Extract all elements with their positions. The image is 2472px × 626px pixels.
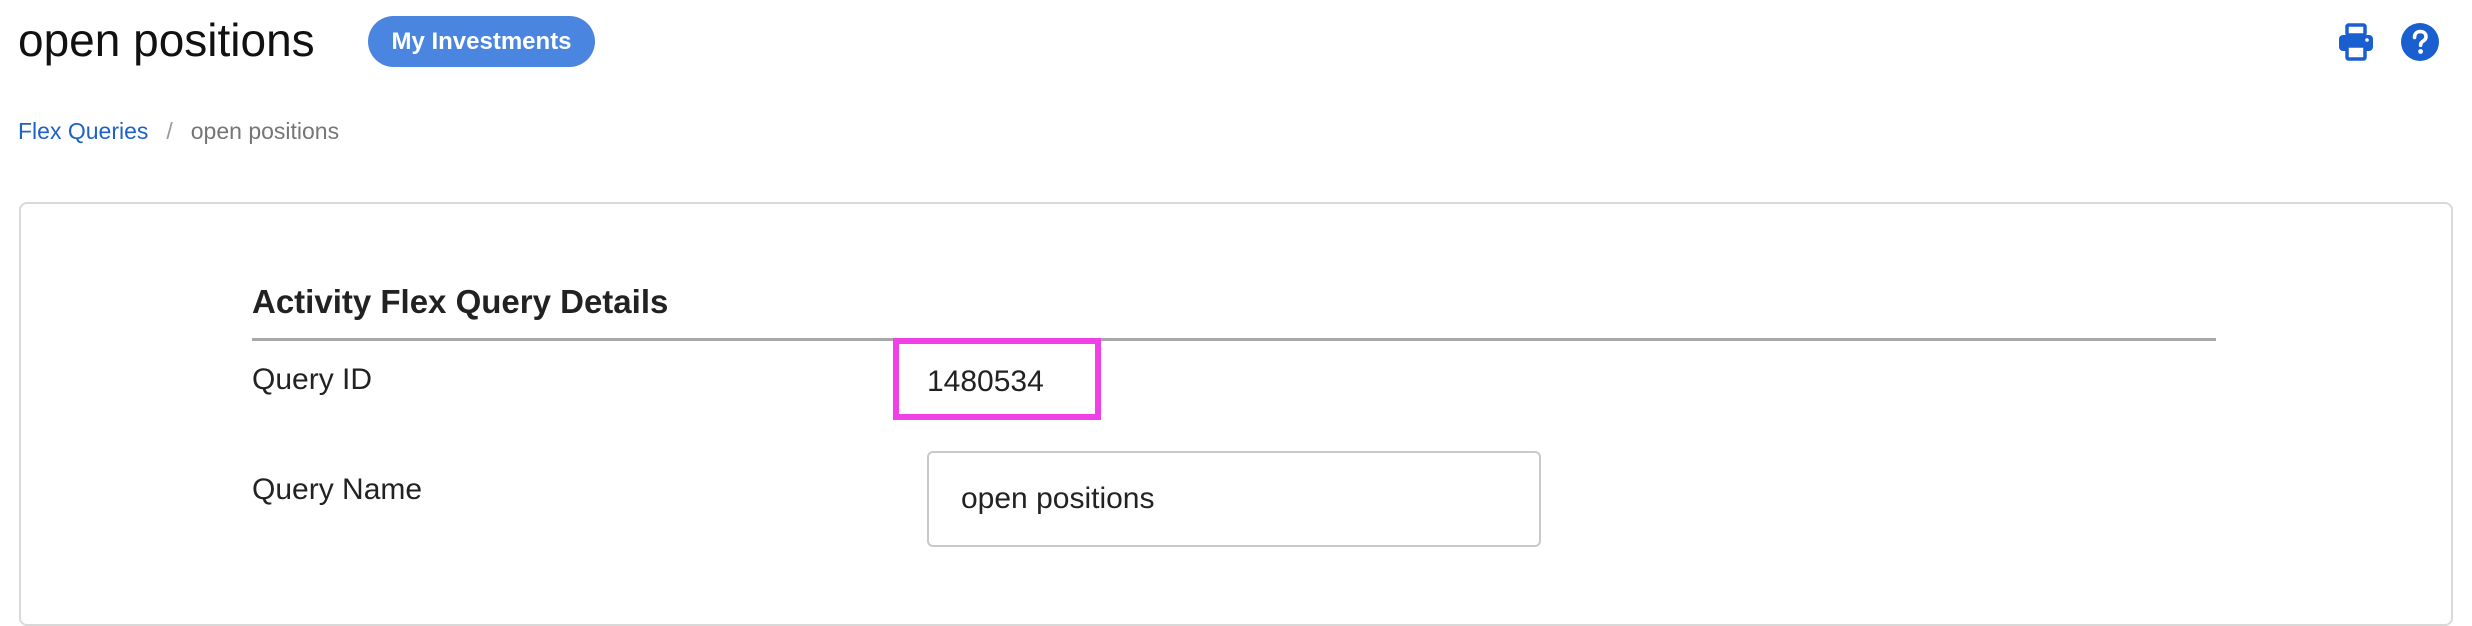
my-investments-badge[interactable]: My Investments	[368, 16, 595, 67]
breadcrumb: Flex Queries / open positions	[18, 114, 339, 148]
page-title: open positions	[18, 14, 315, 66]
breadcrumb-separator: /	[166, 117, 173, 144]
query-details-panel	[19, 202, 2453, 626]
query-id-value: 1480534	[927, 365, 1044, 398]
query-name-input[interactable]	[927, 451, 1541, 547]
breadcrumb-flex-queries-link[interactable]: Flex Queries	[18, 118, 148, 145]
help-icon[interactable]	[2400, 22, 2440, 62]
section-title: Activity Flex Query Details	[252, 283, 669, 320]
query-id-label: Query ID	[252, 363, 373, 396]
query-name-label: Query Name	[252, 473, 423, 506]
section-divider	[252, 338, 2216, 341]
printer-icon[interactable]	[2336, 22, 2376, 62]
breadcrumb-current: open positions	[190, 117, 340, 144]
